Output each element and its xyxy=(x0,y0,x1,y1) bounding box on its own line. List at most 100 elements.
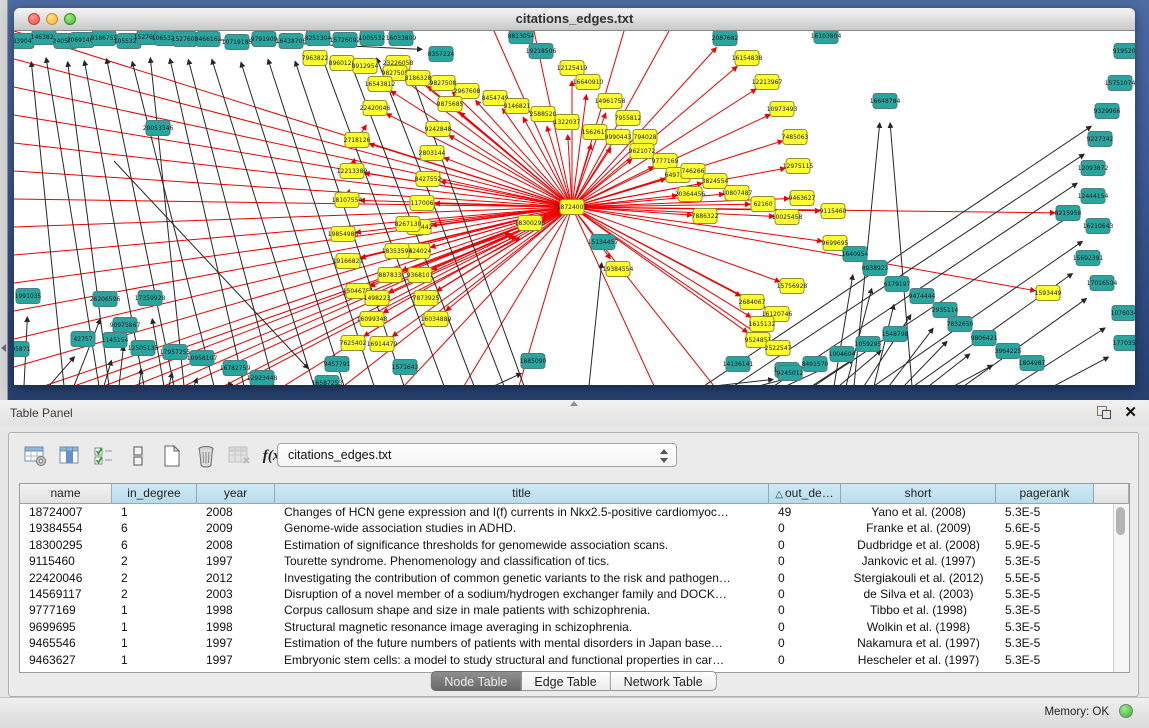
tab-node-table[interactable]: Node Table xyxy=(430,671,521,691)
network-node[interactable]: 1804987 xyxy=(1019,356,1046,371)
network-node[interactable]: 9474444 xyxy=(909,289,936,304)
network-node[interactable]: 9329966 xyxy=(1094,104,1121,119)
tab-edge-table[interactable]: Edge Table xyxy=(521,671,610,691)
network-node[interactable]: 1145154 xyxy=(102,333,129,348)
network-node[interactable]: 2588520 xyxy=(530,107,557,122)
network-node[interactable]: 15726092 xyxy=(330,33,361,48)
new-document-icon[interactable] xyxy=(157,442,187,470)
close-panel-icon[interactable]: ✕ xyxy=(1124,403,1137,421)
network-node[interactable]: 18107554 xyxy=(332,193,363,208)
panel-resize-grip[interactable] xyxy=(570,401,578,406)
network-node[interactable]: 15756928 xyxy=(777,279,808,294)
network-node[interactable]: 15134457 xyxy=(588,235,619,250)
network-node[interactable]: 9505871 xyxy=(14,342,31,357)
table-row[interactable]: 1456911722003Disruption of a novel membe… xyxy=(20,586,1114,602)
network-node[interactable]: 9245012 xyxy=(777,366,804,381)
network-node[interactable]: 16914479 xyxy=(367,337,398,352)
checklist-icon[interactable] xyxy=(89,442,119,470)
network-node[interactable]: 746266 xyxy=(681,164,705,179)
table-row[interactable]: 977716911998Corpus callosum shape and si… xyxy=(20,602,1114,618)
network-node[interactable]: 14961758 xyxy=(595,94,626,109)
network-node[interactable]: 9195207 xyxy=(1113,44,1135,59)
network-node[interactable]: 7963822 xyxy=(302,51,329,66)
network-node[interactable]: 12923448 xyxy=(247,371,278,386)
network-node[interactable]: 9827508 xyxy=(430,76,457,91)
table-scrollbar[interactable] xyxy=(1113,504,1129,672)
network-node[interactable]: 16033809 xyxy=(386,31,417,46)
network-node[interactable]: 8427552 xyxy=(415,172,442,187)
network-node[interactable]: 16154838 xyxy=(732,51,763,66)
network-node[interactable]: 8186328 xyxy=(405,71,432,86)
network-node[interactable]: 8912954 xyxy=(352,59,379,74)
network-node[interactable]: 8215958 xyxy=(1055,206,1082,221)
network-node[interactable]: 8813054 xyxy=(508,31,535,44)
network-node[interactable]: 1076034 xyxy=(1111,306,1135,321)
network-node[interactable]: 8251304 xyxy=(305,31,332,46)
network-node[interactable]: 12213389 xyxy=(337,164,368,179)
row-height-icon[interactable] xyxy=(123,442,153,470)
network-node[interactable]: 10807487 xyxy=(722,186,753,201)
network-node[interactable]: 17016504 xyxy=(1087,276,1118,291)
network-node[interactable]: 887833 xyxy=(378,268,402,283)
table-row[interactable]: 1938455462009Genome-wide association stu… xyxy=(20,520,1114,536)
network-node[interactable]: 1615132 xyxy=(749,317,776,332)
network-node[interactable]: 1571643 xyxy=(392,360,419,375)
network-node[interactable]: 9777169 xyxy=(652,154,679,169)
column-header-year[interactable]: year xyxy=(197,484,275,504)
column-header-pagerank[interactable]: pagerank xyxy=(996,484,1094,504)
network-node[interactable]: 19218506 xyxy=(526,44,557,59)
network-node[interactable]: 15692391 xyxy=(1073,251,1104,266)
network-node[interactable]: 7886322 xyxy=(692,209,719,224)
network-node[interactable]: 19384554 xyxy=(603,262,634,277)
network-node[interactable]: 8357224 xyxy=(428,47,455,62)
network-node[interactable]: 9146821 xyxy=(504,99,531,114)
network-node[interactable]: 9368101 xyxy=(407,268,434,283)
network-node[interactable]: 16587253 xyxy=(312,376,343,386)
network-node[interactable]: 1640954 xyxy=(842,247,869,262)
network-node[interactable]: 2718126 xyxy=(344,133,371,148)
network-node[interactable]: 14136141 xyxy=(723,357,754,372)
table-row[interactable]: 1872400712008Changes of HCN gene express… xyxy=(20,504,1114,520)
network-node[interactable]: 9457791 xyxy=(324,357,351,372)
column-visibility-icon[interactable] xyxy=(55,442,85,470)
column-header-name[interactable]: name xyxy=(20,484,112,504)
network-node[interactable]: 7955812 xyxy=(615,111,642,126)
network-node[interactable]: 20364456 xyxy=(675,187,706,202)
network-node[interactable]: 1770357 xyxy=(1113,336,1135,351)
table-row[interactable]: 946362711997Embryonic stem cells: a mode… xyxy=(20,652,1114,668)
network-node[interactable]: 8466162 xyxy=(195,32,222,47)
network-node[interactable]: 18300295 xyxy=(515,216,546,231)
network-node[interactable]: 1498223 xyxy=(364,291,391,306)
network-node[interactable]: 2803144 xyxy=(419,146,446,161)
network-node[interactable]: 7485063 xyxy=(782,130,809,145)
network-node[interactable]: 20053346 xyxy=(143,121,174,136)
network-node[interactable]: 1322037 xyxy=(554,115,581,130)
network-node[interactable]: 1005532 xyxy=(359,31,386,46)
network-node[interactable]: 19854988 xyxy=(328,227,359,242)
network-node[interactable]: 12975115 xyxy=(783,159,814,174)
network-node[interactable]: 90975867 xyxy=(110,318,141,333)
table-settings-icon[interactable] xyxy=(21,442,51,470)
network-node[interactable]: 2684067 xyxy=(739,295,766,310)
network-node[interactable]: 22420046 xyxy=(360,101,391,116)
network-node[interactable]: 16034889 xyxy=(421,312,452,327)
network-node[interactable]: 10958107 xyxy=(187,351,218,366)
network-node[interactable]: 1004604 xyxy=(829,347,856,362)
network-node[interactable]: 9806421 xyxy=(971,331,998,346)
network-node[interactable]: 16099348 xyxy=(357,312,388,327)
network-node[interactable]: 2087682 xyxy=(712,31,739,46)
tab-network-table[interactable]: Network Table xyxy=(611,671,717,691)
network-node[interactable]: 1548798 xyxy=(882,327,909,342)
network-node[interactable]: 9115460 xyxy=(820,204,847,219)
network-node[interactable]: 8267130 xyxy=(395,217,422,232)
network-node[interactable]: 1059295 xyxy=(855,337,882,352)
network-node[interactable]: 10025458 xyxy=(772,210,803,225)
network-node[interactable]: 3824554 xyxy=(702,174,729,189)
network-node[interactable]: 8491570 xyxy=(802,357,829,372)
network-node[interactable]: 8938923 xyxy=(862,261,889,276)
table-row[interactable]: 969969511998Structural magnetic resonanc… xyxy=(20,619,1114,635)
network-node[interactable]: 6179197 xyxy=(884,277,911,292)
column-header-out_de[interactable]: △out_de… xyxy=(769,484,841,504)
network-node[interactable]: 1593449 xyxy=(1035,286,1062,301)
network-node[interactable]: 12093872 xyxy=(1078,161,1109,176)
